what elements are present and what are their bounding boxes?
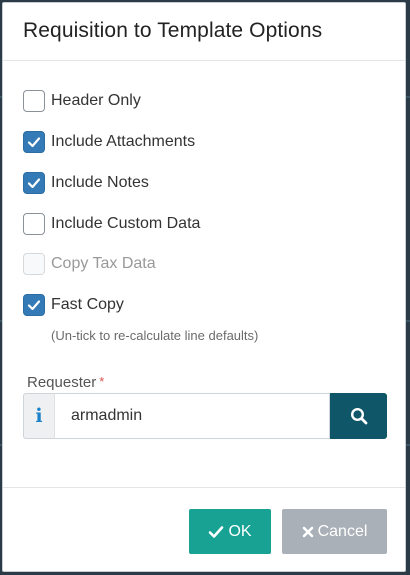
option-include-notes[interactable]: Include Notes (23, 171, 149, 195)
cancel-label: Cancel (317, 522, 368, 540)
fast-copy-checkbox[interactable] (23, 294, 45, 316)
header-only-checkbox[interactable] (23, 90, 45, 112)
check-icon (27, 178, 41, 189)
dialog-header: Requisition to Template Options (3, 3, 405, 61)
include-attachments-checkbox[interactable] (23, 131, 45, 153)
include-custom-data-label: Include Custom Data (51, 215, 201, 232)
option-include-attachments[interactable]: Include Attachments (23, 130, 195, 154)
check-icon (27, 300, 41, 311)
requester-search-button[interactable] (330, 393, 387, 439)
dialog-body: Header Only Include Attachments Include … (3, 61, 405, 487)
header-only-label: Header Only (51, 92, 141, 109)
requisition-template-dialog: Requisition to Template Options Header O… (2, 2, 406, 572)
option-copy-tax-data: Copy Tax Data (23, 252, 156, 276)
include-notes-checkbox[interactable] (23, 172, 45, 194)
check-icon (209, 525, 224, 538)
required-marker: * (99, 374, 105, 389)
requester-input[interactable] (54, 393, 330, 439)
copy-tax-data-checkbox (23, 253, 45, 275)
fast-copy-label: Fast Copy (51, 296, 124, 313)
ok-label: OK (228, 522, 252, 540)
option-fast-copy[interactable]: Fast Copy (23, 293, 124, 317)
fast-copy-hint: (Un-tick to re-calculate line defaults) (51, 328, 259, 343)
ok-button[interactable]: OK (189, 509, 271, 554)
dialog-footer: OK Cancel (3, 487, 405, 571)
option-header-only[interactable]: Header Only (23, 89, 141, 113)
check-icon (27, 137, 41, 148)
search-icon (350, 407, 367, 425)
requester-label: Requester * (27, 374, 104, 391)
copy-tax-data-label: Copy Tax Data (51, 255, 156, 272)
info-icon[interactable]: i (23, 393, 54, 439)
include-attachments-label: Include Attachments (51, 133, 196, 150)
close-icon (302, 526, 313, 537)
dialog-title: Requisition to Template Options (23, 19, 323, 42)
requester-input-group: i (23, 393, 387, 439)
option-include-custom-data[interactable]: Include Custom Data (23, 212, 200, 236)
cancel-button[interactable]: Cancel (282, 509, 387, 554)
include-custom-data-checkbox[interactable] (23, 213, 45, 235)
requester-label-text: Requester (27, 374, 97, 391)
include-notes-label: Include Notes (51, 174, 149, 191)
